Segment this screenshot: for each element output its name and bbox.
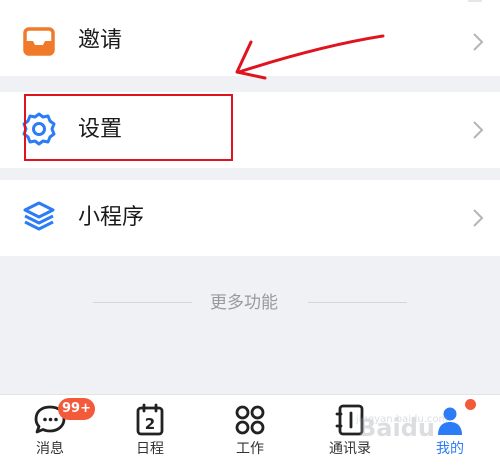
tab-work[interactable]: 工作 — [200, 395, 300, 467]
tab-schedule[interactable]: 2 日程 — [100, 395, 200, 467]
annotation-arrow-icon — [235, 34, 385, 80]
menu-item-mini-program[interactable]: 小程序 — [0, 180, 500, 256]
layers-icon — [23, 201, 55, 231]
divider-line — [308, 302, 407, 303]
tab-label: 通讯录 — [329, 441, 371, 457]
tab-label: 我的 — [436, 441, 464, 457]
notification-dot — [465, 399, 476, 410]
calendar-icon: 2 — [136, 403, 164, 436]
annotation-highlight-box — [24, 94, 233, 161]
chevron-right-icon — [473, 209, 484, 227]
divider-line — [93, 302, 192, 303]
tab-messages[interactable]: 99+ 消息 — [0, 395, 100, 467]
grid-icon — [235, 405, 265, 435]
contacts-book-icon — [335, 404, 364, 436]
calendar-day-number: 2 — [145, 415, 155, 433]
menu-item-label: 邀请 — [78, 28, 123, 53]
bottom-tab-bar: 99+ 消息 2 日程 工作 通讯录 我的 — [0, 394, 500, 467]
tab-label: 日程 — [136, 441, 164, 457]
inbox-icon — [23, 27, 55, 56]
unread-count-badge: 99+ — [58, 398, 95, 420]
more-functions-divider: 更多功能 — [0, 290, 500, 318]
tab-label: 工作 — [236, 441, 264, 457]
person-icon — [438, 407, 462, 435]
chevron-right-icon — [473, 33, 484, 51]
tab-label: 消息 — [36, 441, 64, 457]
tab-me[interactable]: 我的 — [400, 395, 500, 467]
more-functions-label: 更多功能 — [210, 293, 278, 313]
chevron-right-icon — [473, 121, 484, 139]
menu-item-label: 小程序 — [78, 205, 145, 230]
tab-contacts[interactable]: 通讯录 — [300, 395, 400, 467]
